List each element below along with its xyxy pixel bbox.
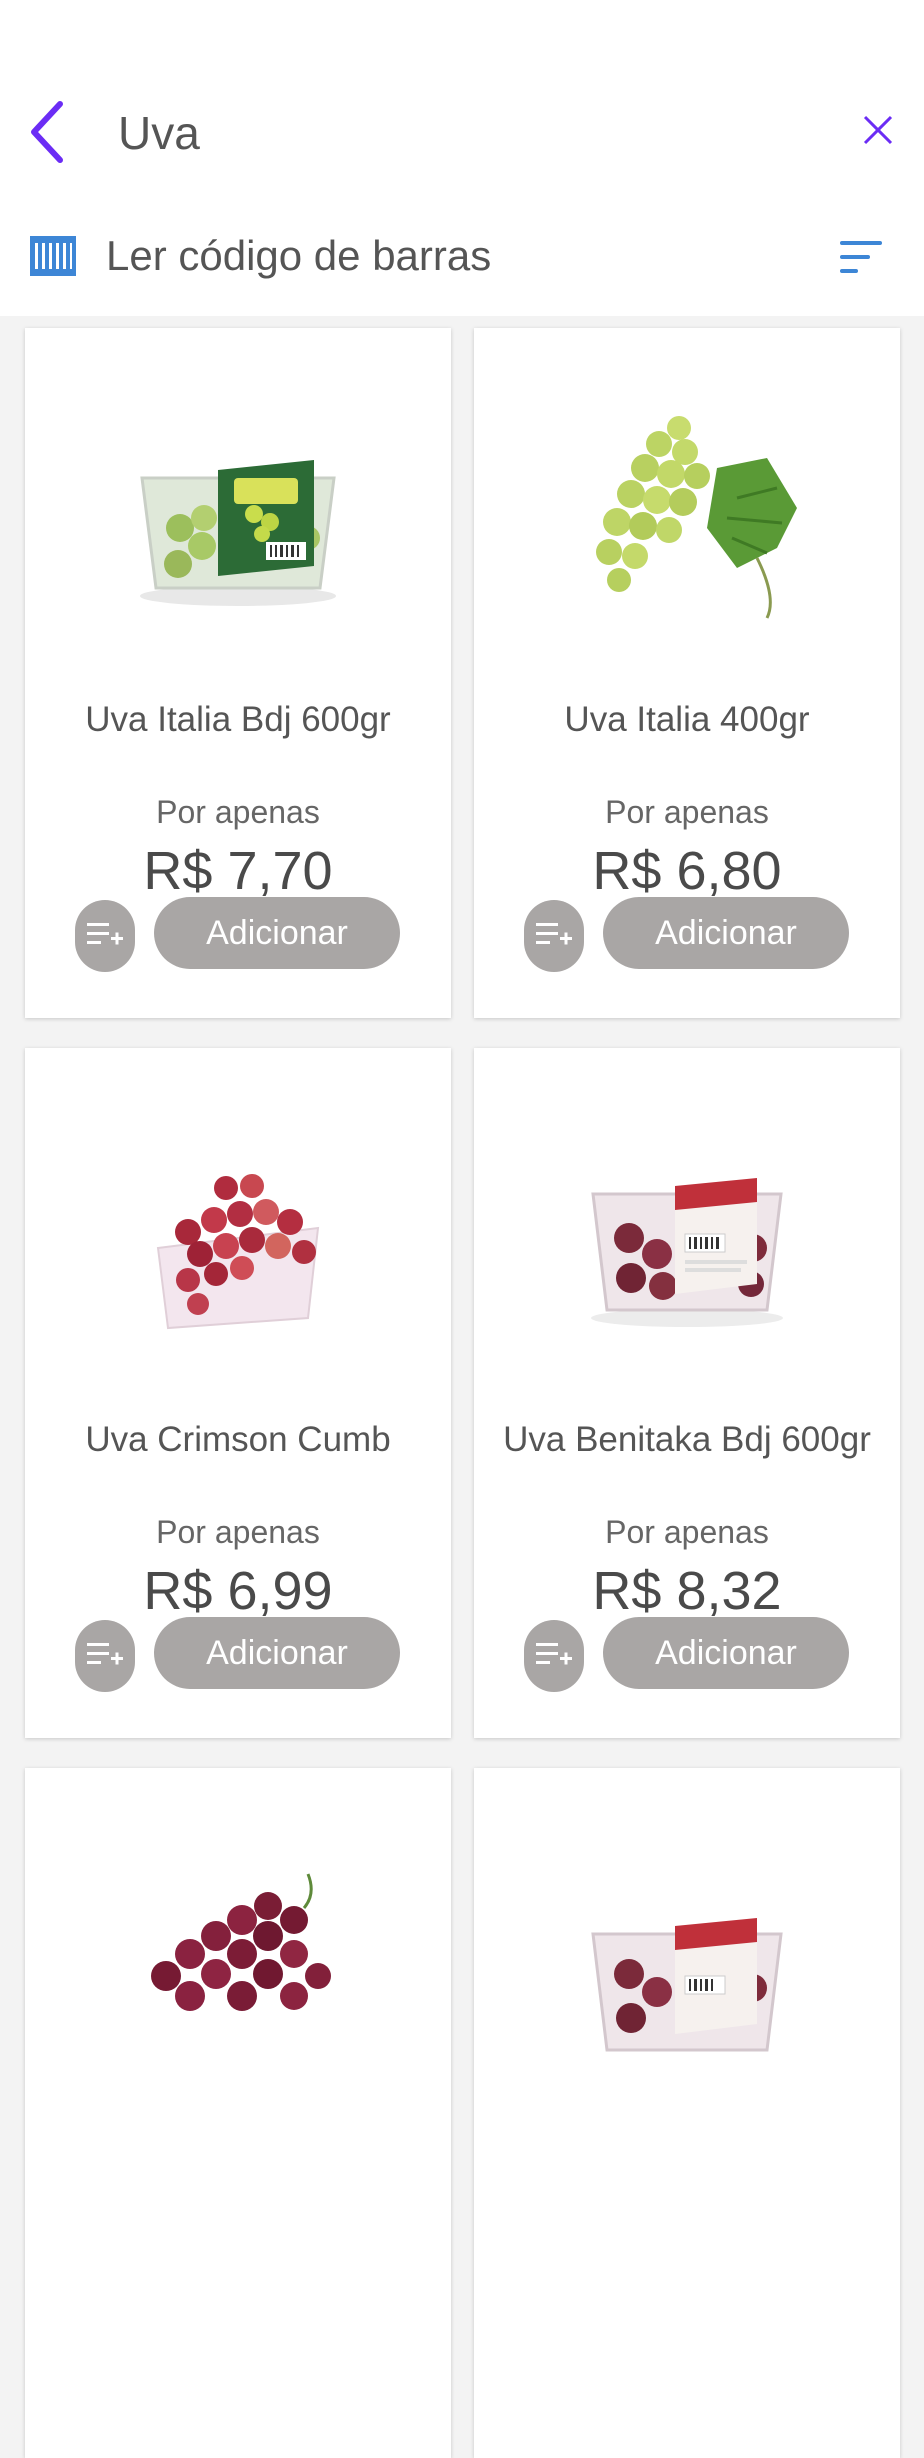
red-grapes-basket-icon	[156, 1174, 320, 1330]
product-image	[474, 1808, 900, 2108]
product-price: R$ 6,99	[143, 1561, 333, 1621]
product-image	[474, 1088, 900, 1388]
barcode-icon	[30, 236, 76, 276]
red-grapes-package-icon	[591, 1918, 783, 2052]
product-image	[474, 368, 900, 668]
product-name: Uva Benitaka Bdj 600gr	[503, 1420, 871, 1459]
product-card[interactable]: Uva Italia 400gr Por apenas R$ 6,80 Adic…	[474, 328, 900, 1018]
product-price: R$ 7,70	[143, 841, 333, 901]
price-prefix: Por apenas	[605, 794, 769, 830]
playlist-add-icon	[536, 923, 572, 945]
product-image	[25, 368, 451, 668]
product-card[interactable]: Uva Benitaka Bdj 600gr Por apenas R$ 8,3…	[474, 1048, 900, 1738]
product-image	[25, 1088, 451, 1388]
search-bar: Uva	[0, 80, 924, 180]
green-grapes-package-icon	[140, 460, 336, 606]
search-input[interactable]: Uva	[118, 106, 200, 160]
product-card[interactable]: Uva Italia Bdj 600gr Por apenas R$ 7,70 …	[25, 328, 451, 1018]
add-to-list-button[interactable]	[75, 1620, 135, 1692]
playlist-add-icon	[87, 1643, 123, 1665]
playlist-add-icon	[536, 1643, 572, 1665]
playlist-add-icon	[87, 923, 123, 945]
price-prefix: Por apenas	[156, 794, 320, 830]
product-card[interactable]: Uva Crimson Cumb Por apenas R$ 6,99 Adic…	[25, 1048, 451, 1738]
clear-search-button[interactable]	[846, 98, 910, 162]
chevron-left-icon	[31, 101, 63, 163]
price-prefix: Por apenas	[156, 1514, 320, 1550]
add-button[interactable]: Adicionar	[603, 1617, 849, 1689]
green-grapes-bunch-icon	[596, 416, 797, 619]
barcode-scan-row[interactable]: Ler código de barras	[0, 220, 924, 300]
product-price: R$ 8,32	[592, 1561, 782, 1621]
sort-icon	[840, 241, 882, 273]
add-to-list-button[interactable]	[524, 900, 584, 972]
add-button[interactable]: Adicionar	[154, 897, 400, 969]
back-button[interactable]	[18, 92, 78, 172]
add-button[interactable]: Adicionar	[154, 1617, 400, 1689]
add-to-list-button[interactable]	[524, 1620, 584, 1692]
product-card[interactable]	[474, 1768, 900, 2458]
sort-button[interactable]	[834, 230, 888, 284]
red-grapes-package-icon	[591, 1178, 783, 1327]
product-name: Uva Italia Bdj 600gr	[85, 700, 391, 739]
product-image	[25, 1808, 451, 2108]
close-icon	[863, 115, 893, 145]
product-name: Uva Italia 400gr	[564, 700, 810, 739]
red-grapes-bunch-icon	[151, 1873, 331, 2011]
add-to-list-button[interactable]	[75, 900, 135, 972]
add-button[interactable]: Adicionar	[603, 897, 849, 969]
product-card[interactable]	[25, 1768, 451, 2458]
top-bar: Uva Ler código de barras	[0, 0, 924, 316]
product-name: Uva Crimson Cumb	[85, 1420, 391, 1459]
price-prefix: Por apenas	[605, 1514, 769, 1550]
product-price: R$ 6,80	[592, 841, 782, 901]
barcode-scan-label: Ler código de barras	[106, 232, 492, 279]
